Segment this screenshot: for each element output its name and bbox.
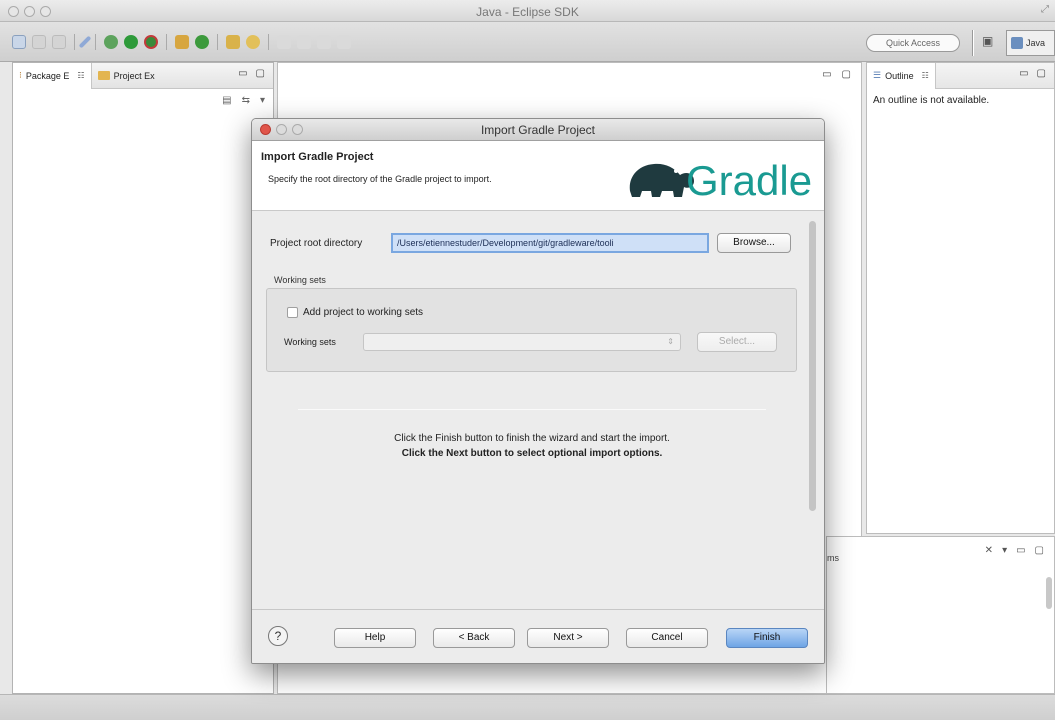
pen-icon[interactable] — [78, 35, 92, 49]
tab-package-explorer[interactable]: ⁝ Package E ☷ — [13, 62, 92, 89]
debug-icon[interactable] — [104, 35, 118, 49]
tab-project-explorer-label: Project Ex — [113, 70, 155, 81]
main-toolbar: Quick Access ▣ Java — [0, 22, 1055, 62]
add-to-working-sets-checkbox[interactable] — [287, 307, 298, 318]
link-editor-icon[interactable]: ⇆ — [242, 95, 250, 106]
next-button[interactable]: Next > — [527, 628, 609, 648]
tab-package-explorer-label: Package E — [25, 70, 70, 81]
toolbar-separator — [972, 30, 974, 56]
print-icon[interactable] — [52, 35, 66, 49]
tab-package-explorer-mini: ☷ — [77, 71, 85, 80]
back-arrow-icon[interactable] — [317, 35, 331, 49]
working-sets-select[interactable]: ⇕ — [363, 333, 681, 351]
wizard-scrollbar-thumb[interactable] — [809, 221, 816, 511]
run-icon[interactable] — [124, 35, 138, 49]
gradle-logo-text: Gradle — [686, 157, 812, 204]
wizard-header: Import Gradle Project Specify the root d… — [252, 141, 824, 211]
new-icon[interactable] — [12, 35, 26, 49]
toolbar-separator — [166, 34, 167, 50]
wizard-page-title: Import Gradle Project — [261, 151, 374, 163]
working-sets-select-label: Working sets — [284, 337, 336, 347]
collapse-all-icon[interactable]: ▤ — [222, 95, 231, 106]
dialog-title-bar: Import Gradle Project — [252, 119, 824, 141]
new-class-icon[interactable] — [195, 35, 209, 49]
maximize-icon[interactable]: ▢ — [256, 68, 265, 79]
forward-arrow-icon[interactable] — [337, 35, 351, 49]
view-menu-icon[interactable]: ▾ — [1002, 545, 1007, 556]
open-type-icon[interactable] — [226, 35, 240, 49]
wizard-body: Project root directory /Users/etiennestu… — [252, 211, 812, 621]
maximize-icon[interactable]: ▢ — [1035, 545, 1044, 556]
outline-empty-message: An outline is not available. — [873, 95, 990, 106]
gradle-elephant-icon — [629, 163, 694, 197]
new-package-icon[interactable] — [175, 35, 189, 49]
toolbar-separator — [95, 34, 96, 50]
java-perspective-label: Java — [1026, 38, 1046, 48]
view-toolbar: ▤ ⇆ ▾ — [13, 89, 273, 111]
java-perspective-icon — [1011, 37, 1023, 49]
open-perspective-icon[interactable]: ▣ — [982, 34, 1000, 52]
wizard-scrollbar[interactable] — [806, 219, 818, 559]
package-explorer-view: ⁝ Package E ☷ Project Ex ▭ ▢ ▤ ⇆ ▾ — [12, 62, 274, 694]
toolbar-separator — [74, 34, 75, 50]
working-sets-group-label: Working sets — [274, 275, 326, 285]
toolbar-separator — [268, 34, 269, 50]
project-root-label: Project root directory — [270, 238, 363, 249]
back-button[interactable]: < Back — [433, 628, 515, 648]
browse-button[interactable]: Browse... — [717, 233, 791, 253]
wizard-page-description: Specify the root directory of the Gradle… — [268, 174, 492, 184]
view-menu-icon[interactable]: ▾ — [260, 95, 265, 106]
view-tab-bar: ☰ Outline ☷ ▭ ▢ — [867, 62, 1054, 89]
separator-line — [298, 409, 766, 410]
window-title: Java - Eclipse SDK — [476, 5, 579, 19]
finish-instruction: Click the Finish button to finish the wi… — [394, 433, 670, 444]
status-bar — [0, 694, 1055, 720]
filter-icon[interactable]: ✕ — [985, 545, 993, 556]
folder-icon — [97, 71, 110, 80]
tab-outline[interactable]: ☰ Outline ☷ — [867, 62, 936, 89]
next-instruction: Click the Next button to select optional… — [401, 448, 663, 459]
scrollbar-thumb[interactable] — [1046, 577, 1052, 609]
view-tab-bar: ⁝ Package E ☷ Project Ex ▭ ▢ — [13, 62, 273, 89]
window-title-bar: Java - Eclipse SDK ⤢ — [0, 0, 1055, 22]
minimize-icon[interactable]: ▭ — [822, 69, 831, 80]
tab-project-explorer[interactable]: Project Ex — [92, 64, 161, 88]
tab-outline-label: Outline — [885, 70, 914, 81]
help-button[interactable]: Help — [334, 628, 416, 648]
dialog-title: Import Gradle Project — [480, 123, 596, 137]
maximize-icon[interactable]: ▢ — [842, 69, 851, 80]
select-arrows-icon: ⇕ — [667, 337, 674, 346]
save-icon[interactable] — [32, 35, 46, 49]
import-gradle-dialog: Import Gradle Project Import Gradle Proj… — [251, 118, 825, 664]
search-icon[interactable] — [246, 35, 260, 49]
project-root-input[interactable]: /Users/etiennestuder/Development/git/gra… — [391, 233, 709, 253]
cancel-button[interactable]: Cancel — [626, 628, 708, 648]
working-sets-group: Add project to working sets Working sets… — [266, 288, 797, 372]
toolbar-separator — [217, 34, 218, 50]
minimize-icon[interactable]: ▭ — [238, 68, 247, 79]
wizard-button-bar: ? Help < Back Next > Cancel Finish — [252, 609, 824, 663]
minimize-icon[interactable]: ▭ — [1016, 545, 1025, 556]
problems-view: ms ✕ ▾ ▭ ▢ — [826, 536, 1055, 694]
select-working-sets-button[interactable]: Select... — [697, 332, 777, 352]
outline-icon: ☰ — [873, 70, 882, 80]
add-to-working-sets-label[interactable]: Add project to working sets — [303, 307, 423, 318]
outline-view: ☰ Outline ☷ ▭ ▢ An outline is not availa… — [866, 62, 1055, 534]
maximize-icon[interactable]: ▢ — [1037, 68, 1046, 79]
quick-access-field[interactable]: Quick Access — [866, 34, 960, 52]
annotation-next-icon[interactable] — [277, 35, 291, 49]
java-perspective-button[interactable]: Java — [1006, 30, 1055, 56]
bottom-tab-fragment[interactable]: ms — [827, 553, 839, 563]
gradle-logo: Gradle — [629, 157, 812, 204]
external-tools-icon[interactable] — [144, 35, 158, 49]
tab-outline-mini: ☷ — [921, 71, 929, 80]
help-icon[interactable]: ? — [268, 626, 288, 646]
package-icon: ⁝ — [19, 70, 22, 80]
finish-button[interactable]: Finish — [726, 628, 808, 648]
minimize-icon[interactable]: ▭ — [1019, 68, 1028, 79]
fullscreen-icon[interactable]: ⤢ — [1041, 4, 1049, 15]
annotation-prev-icon[interactable] — [297, 35, 311, 49]
